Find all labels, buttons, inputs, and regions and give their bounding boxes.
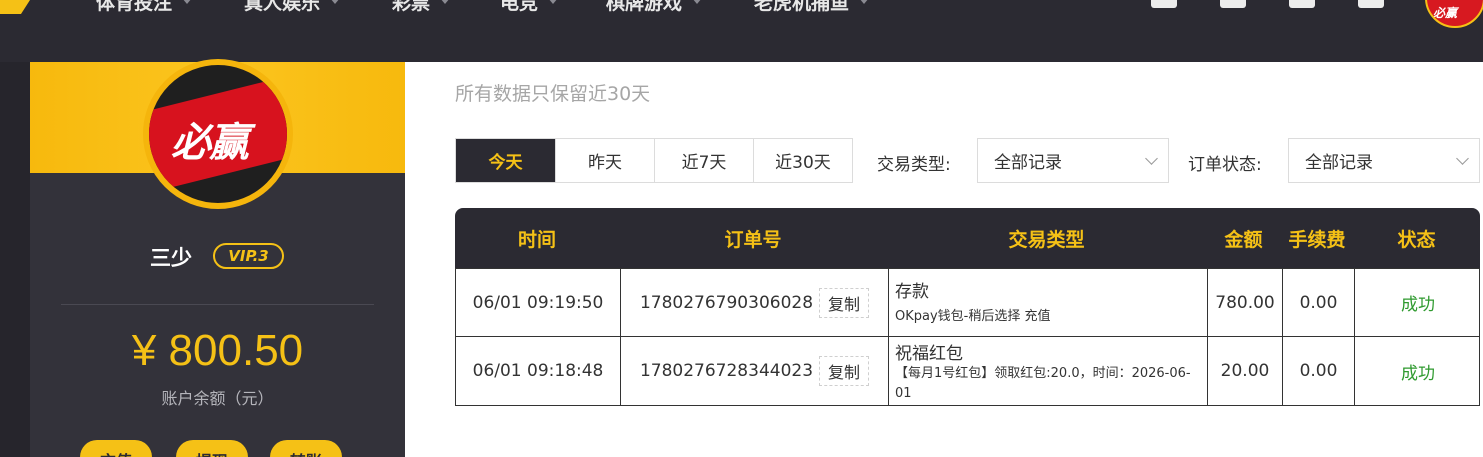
- column-header-status: 状态: [1397, 228, 1436, 251]
- cell-type: 存款 OKpay钱包-稍后选择 充值: [888, 269, 1207, 336]
- status-badge: 成功: [1354, 337, 1481, 405]
- withdraw-button[interactable]: 提现: [176, 440, 248, 457]
- nav-item-live-casino[interactable]: 真人娱乐: [244, 0, 341, 14]
- chevron-down-icon: [1145, 152, 1158, 165]
- deposit-icon[interactable]: [1151, 0, 1177, 8]
- nav-item-card-games[interactable]: 棋牌游戏: [606, 0, 703, 14]
- tab-last-30-days[interactable]: 近30天: [753, 139, 852, 182]
- cell-order-no: 1780276728344023 复制: [620, 337, 888, 405]
- chevron-down-icon: [182, 0, 193, 4]
- transfer-button[interactable]: 转账: [270, 440, 342, 457]
- brand-logo: 必赢: [143, 59, 293, 209]
- mail-icon[interactable]: [1289, 0, 1315, 8]
- copy-button[interactable]: 复制: [819, 287, 870, 318]
- cell-amount: 20.00: [1207, 337, 1282, 405]
- nav-item-lottery[interactable]: 彩票: [392, 0, 451, 14]
- column-header-time: 时间: [517, 228, 556, 251]
- vip-badge: VIP.3: [213, 243, 284, 269]
- column-header-order-no: 订单号: [724, 228, 782, 251]
- brand-corner: [0, 0, 30, 14]
- column-header-amount: 金额: [1224, 228, 1263, 251]
- profile-panel: [30, 173, 405, 457]
- chevron-down-icon: [692, 0, 703, 4]
- balance-label: 账户余额（元）: [161, 389, 274, 408]
- balance-amount: ¥ 800.50: [131, 326, 304, 375]
- cell-fee: 0.00: [1282, 269, 1354, 336]
- nav-item-esports[interactable]: 电竞: [500, 0, 559, 14]
- cell-time: 06/01 09:18:48: [472, 361, 604, 381]
- sidebar-strip: [0, 62, 30, 457]
- order-status-label: 订单状态:: [1188, 155, 1262, 175]
- tab-last-7-days[interactable]: 近7天: [654, 139, 753, 182]
- retention-notice: 所有数据只保留近30天: [455, 83, 651, 105]
- date-range-tabs: 今天 昨天 近7天 近30天: [455, 138, 853, 183]
- deposit-button[interactable]: 充值: [80, 440, 152, 457]
- chevron-down-icon: [330, 0, 341, 4]
- column-header-type: 交易类型: [1008, 228, 1085, 251]
- transaction-type-select[interactable]: 全部记录: [977, 138, 1169, 183]
- table-header: 时间 订单号 交易类型 金额 手续费 状态: [455, 208, 1480, 268]
- cell-type: 祝福红包 【每月1号红包】领取红包:20.0，时间：2026-06-01: [888, 337, 1207, 405]
- cell-fee: 0.00: [1282, 337, 1354, 405]
- username: 三少: [150, 246, 192, 270]
- gift-icon[interactable]: [1220, 0, 1246, 8]
- app-icon[interactable]: [1358, 0, 1384, 8]
- chevron-down-icon: [548, 0, 559, 4]
- cell-order-no: 1780276790306028 复制: [620, 269, 888, 336]
- chevron-down-icon: [440, 0, 451, 4]
- order-status-select[interactable]: 全部记录: [1288, 138, 1480, 183]
- chevron-down-icon: [1456, 152, 1469, 165]
- chevron-down-icon: [859, 0, 870, 4]
- tab-today[interactable]: 今天: [456, 139, 555, 182]
- tab-yesterday[interactable]: 昨天: [555, 139, 654, 182]
- nav-item-sports[interactable]: 体育投注: [96, 0, 193, 14]
- cell-amount: 780.00: [1207, 269, 1282, 336]
- status-badge: 成功: [1354, 269, 1481, 336]
- avatar[interactable]: 必赢: [1425, 0, 1483, 28]
- copy-button[interactable]: 复制: [819, 356, 870, 386]
- table-row: 06/01 09:19:50 1780276790306028 复制 存款 OK…: [455, 268, 1480, 337]
- table-row: 06/01 09:18:48 1780276728344023 复制 祝福红包 …: [455, 337, 1480, 406]
- top-nav: 体育投注 真人娱乐 彩票 电竞 棋牌游戏 老虎机捕鱼 必赢: [0, 0, 1483, 62]
- cell-time: 06/01 09:19:50: [472, 292, 604, 313]
- column-header-fee: 手续费: [1288, 228, 1346, 251]
- transaction-type-label: 交易类型:: [877, 155, 951, 175]
- nav-item-slots-fishing[interactable]: 老虎机捕鱼: [754, 0, 870, 14]
- divider: [61, 304, 374, 305]
